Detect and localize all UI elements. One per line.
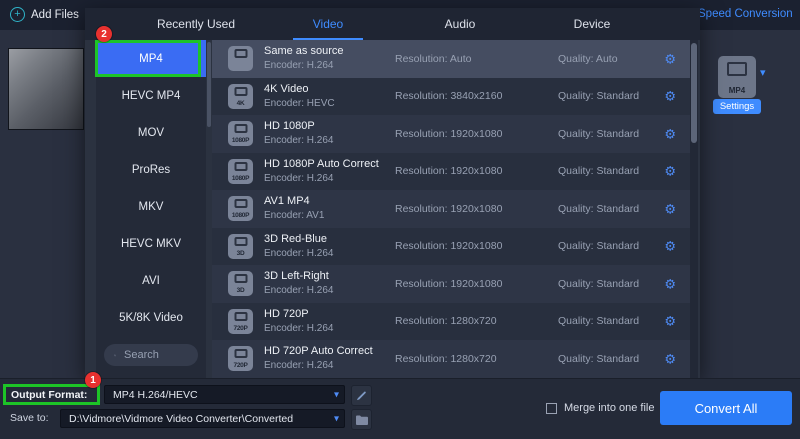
app-window: + Add Files Speed Conversion MP4 Setting… (0, 0, 800, 439)
format-row[interactable]: 3D 3D Red-Blue Encoder: H.264 Resolution… (212, 227, 690, 265)
format-badge-icon: 720P (228, 346, 253, 371)
settings-label: Settings (719, 101, 755, 112)
tab-recently-used[interactable]: Recently Used (130, 8, 262, 40)
tab-audio[interactable]: Audio (394, 8, 526, 40)
open-folder-button[interactable] (351, 409, 372, 430)
gear-icon[interactable] (664, 127, 676, 140)
format-row[interactable]: 1080P AV1 MP4 Encoder: AV1 Resolution: 1… (212, 190, 690, 228)
format-picker-popup: Recently Used Video Audio Device MP4 HEV… (85, 8, 700, 378)
gear-icon[interactable] (664, 52, 676, 65)
sidebar-item-avi[interactable]: AVI (96, 262, 206, 299)
gear-icon[interactable] (664, 165, 676, 178)
screen-glyph-icon (727, 62, 747, 76)
output-format-label: Output Format: (3, 384, 100, 405)
gear-icon[interactable] (664, 202, 676, 215)
sidebar-item-mov[interactable]: MOV (96, 114, 206, 151)
save-to-label: Save to: (10, 412, 49, 424)
output-format-dropdown[interactable]: MP4 H.264/HEVC (104, 385, 345, 404)
gear-icon[interactable] (664, 240, 676, 253)
add-files-label: Add Files (31, 8, 79, 21)
format-badge-icon: 3D (228, 271, 253, 296)
tab-device[interactable]: Device (526, 8, 658, 40)
format-badge-icon (228, 46, 253, 71)
format-row[interactable]: 1080P HD 1080P Encoder: H.264 Resolution… (212, 115, 690, 153)
sidebar-item-hevc-mp4[interactable]: HEVC MP4 (96, 77, 206, 114)
format-row[interactable]: 3D 3D Left-Right Encoder: H.264 Resoluti… (212, 265, 690, 303)
sidebar-item-prores[interactable]: ProRes (96, 151, 206, 188)
add-files-button[interactable]: + Add Files (10, 7, 89, 22)
edit-profile-button[interactable] (351, 385, 372, 406)
merge-checkbox[interactable] (546, 402, 557, 414)
sidebar-item-5k8k[interactable]: 5K/8K Video (96, 299, 206, 336)
sidebar-item-hevc-mkv[interactable]: HEVC MKV (96, 225, 206, 262)
annotation-step-badge: 1 (85, 372, 101, 388)
gear-icon[interactable] (664, 90, 676, 103)
format-container-list: MP4 HEVC MP4 MOV ProRes MKV HEVC MKV AVI… (96, 40, 206, 378)
plus-circle-icon: + (10, 7, 25, 22)
format-badge-icon: 720P (228, 308, 253, 334)
convert-all-button[interactable]: Convert All (660, 391, 792, 425)
format-search-box[interactable] (104, 344, 198, 366)
speed-conversion-label: Speed Conversion (698, 8, 793, 20)
gear-icon[interactable] (664, 277, 676, 290)
format-row[interactable]: Same as source Encoder: H.264 Resolution… (212, 40, 690, 78)
format-badge-icon: 1080P (228, 196, 253, 221)
merge-into-one-file-option[interactable]: Merge into one file (546, 402, 655, 414)
format-row[interactable]: 720P HD 720P Auto Correct Encoder: H.264… (212, 340, 690, 378)
sidebar-item-mkv[interactable]: MKV (96, 188, 206, 225)
save-to-dropdown[interactable]: D:\Vidmore\Vidmore Video Converter\Conve… (60, 409, 345, 428)
gear-icon[interactable] (664, 352, 676, 365)
format-row[interactable]: 4K 4K Video Encoder: HEVC Resolution: 38… (212, 77, 690, 115)
format-badge-icon: 3D (228, 233, 253, 259)
popup-tab-bar: Recently Used Video Audio Device (85, 8, 700, 40)
search-input[interactable] (122, 348, 188, 362)
format-row[interactable]: 720P HD 720P Encoder: H.264 Resolution: … (212, 302, 690, 340)
sidebar-scrollbar-thumb[interactable] (207, 42, 211, 127)
edit-pencil-icon (356, 391, 366, 401)
annotation-step-badge: 2 (96, 26, 112, 42)
format-list-scrollbar-thumb[interactable] (691, 43, 697, 143)
format-badge-icon: 1080P (228, 158, 253, 184)
tab-video[interactable]: Video (262, 8, 394, 40)
speed-conversion-button[interactable]: Speed Conversion (698, 8, 793, 20)
folder-icon (355, 415, 368, 425)
gear-icon[interactable] (664, 315, 676, 328)
sidebar-item-mp4[interactable]: MP4 (96, 40, 206, 77)
format-badge-icon: 4K (228, 83, 253, 109)
bottom-bar: Output Format: MP4 H.264/HEVC Save to: D… (0, 378, 800, 439)
settings-button[interactable]: Settings (713, 99, 761, 114)
format-row[interactable]: 1080P HD 1080P Auto Correct Encoder: H.2… (212, 152, 690, 190)
video-thumbnail (8, 48, 84, 130)
format-badge-icon: 1080P (228, 121, 253, 146)
format-caret-down-icon[interactable] (760, 66, 766, 79)
format-list: Same as source Encoder: H.264 Resolution… (212, 40, 690, 378)
output-format-icon[interactable]: MP4 (718, 56, 756, 98)
merge-label: Merge into one file (564, 402, 655, 414)
format-icon-label: MP4 (728, 86, 746, 95)
format-list-scrollbar[interactable] (690, 40, 698, 378)
search-icon (114, 354, 116, 356)
